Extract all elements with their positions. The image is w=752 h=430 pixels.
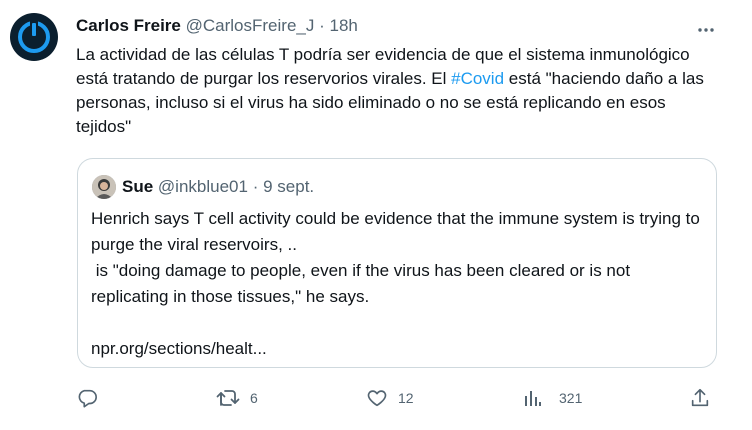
person-photo-icon [92,175,116,199]
more-icon [698,28,714,32]
quoted-tweet[interactable]: Sue @inkblue01 · 9 sept. Henrich says T … [77,158,717,368]
reply-button[interactable] [76,384,98,412]
tweet-header: Carlos Freire @CarlosFreire_J · 18h [76,15,358,37]
share-button[interactable] [689,384,711,412]
quoted-tweet-header: Sue @inkblue01 · 9 sept. [122,176,314,198]
views-button[interactable]: 321 [523,384,582,412]
separator-dot: · [252,177,259,196]
heart-icon [367,390,387,407]
like-count: 12 [398,390,414,406]
quoted-tweet-text: Henrich says T cell activity could be ev… [91,209,700,358]
quoted-author-handle: @inkblue01 [157,177,248,196]
separator-dot: · [319,16,325,35]
quoted-tweet-time: 9 sept. [263,177,315,196]
quoted-author-avatar[interactable] [92,175,116,199]
retweet-count: 6 [250,390,258,406]
tweet[interactable]: Carlos Freire @CarlosFreire_J · 18h La a… [0,0,752,430]
like-button[interactable]: 12 [366,384,414,412]
tweet-time[interactable]: 18h [330,16,358,35]
share-icon [691,388,709,407]
quoted-author-name: Sue [122,177,154,196]
views-icon [525,391,541,406]
author-handle[interactable]: @CarlosFreire_J [186,16,315,35]
views-count: 321 [559,390,583,406]
author-avatar[interactable] [10,13,58,61]
hashtag-link[interactable]: #Covid [451,69,504,88]
retweet-button[interactable]: 6 [216,384,258,412]
power-logo-icon [18,20,50,53]
action-bar: 6 12 321 [0,384,752,414]
reply-icon [78,389,97,408]
more-options-button[interactable] [690,14,722,46]
retweet-icon [216,390,240,406]
tweet-text: La actividad de las células T podría ser… [76,43,716,139]
author-name[interactable]: Carlos Freire [76,16,181,35]
